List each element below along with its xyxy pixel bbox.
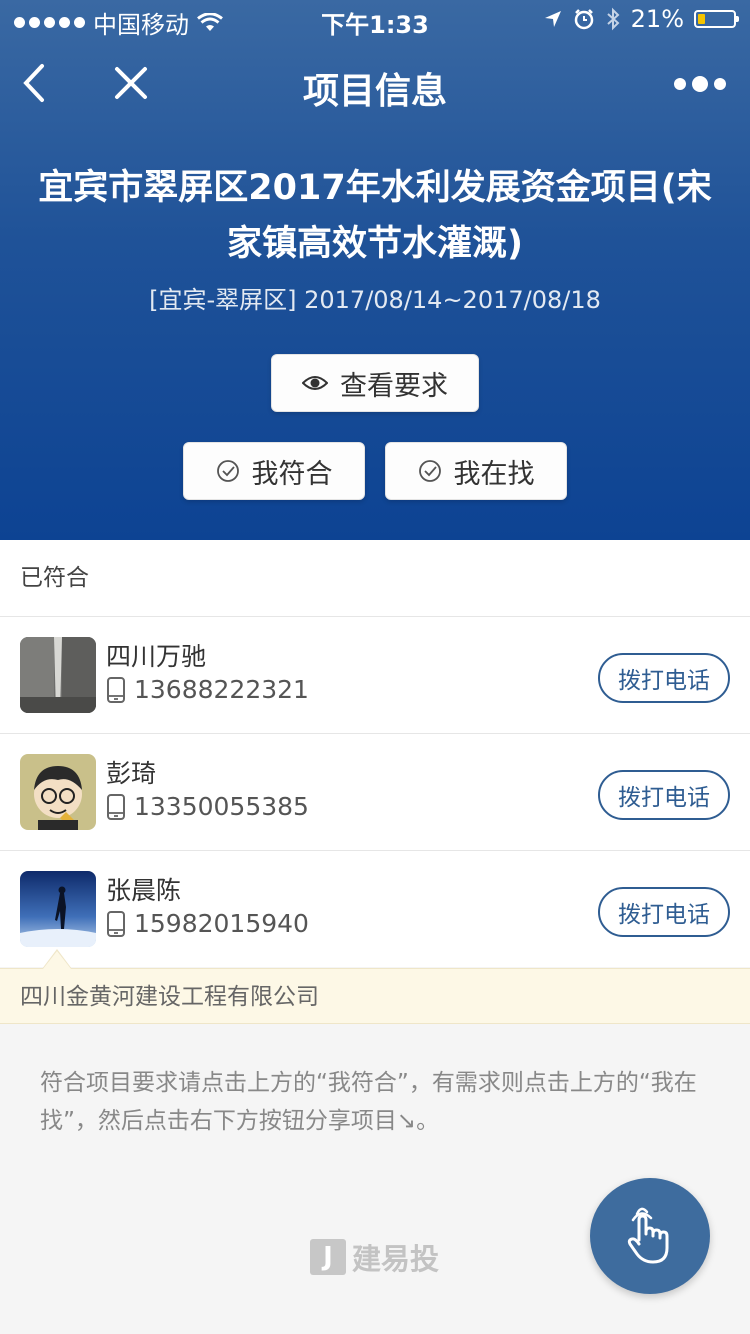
eye-icon xyxy=(302,376,328,390)
battery-icon xyxy=(694,10,739,28)
avatar xyxy=(20,754,96,830)
matched-list: 已符合 四川万驰 13688222321 拨打电话 彭琦 13350055385… xyxy=(0,540,750,967)
contact-phone-row: 13350055385 xyxy=(106,792,309,821)
project-title: 宜宾市翠屏区2017年水利发展资金项目(宋家镇高效节水灌溉) xyxy=(38,168,712,264)
contact-name: 四川万驰 xyxy=(106,642,207,671)
seek-button[interactable]: 我在找 xyxy=(385,442,567,500)
call-button[interactable]: 拨打电话 xyxy=(598,887,730,937)
contact-phone: 15982015940 xyxy=(134,909,309,938)
project-meta: [宜宾-翠屏区] 2017/08/14~2017/08/18 xyxy=(149,286,601,314)
more-icon[interactable] xyxy=(674,70,726,98)
company-name: 四川金黄河建设工程有限公司 xyxy=(0,968,750,1024)
brand-mark: J xyxy=(310,1239,346,1275)
nav-bar: 项目信息 xyxy=(0,50,750,120)
call-button[interactable]: 拨打电话 xyxy=(598,770,730,820)
project-header: 中国移动 下午1:33 21% 项目信息 宜宾市翠屏区2017年水利发展资金项目… xyxy=(0,0,750,540)
contact-phone-row: 13688222321 xyxy=(106,675,309,704)
battery-level xyxy=(698,14,705,24)
section-title: 已符合 xyxy=(0,540,750,617)
call-button[interactable]: 拨打电话 xyxy=(598,653,730,703)
phone-icon xyxy=(107,676,125,703)
company-pointer-fill xyxy=(43,951,71,969)
status-bar: 中国移动 下午1:33 21% xyxy=(0,0,750,40)
view-requirements-button[interactable]: 查看要求 xyxy=(271,354,479,412)
contact-name: 彭琦 xyxy=(106,759,157,788)
hint-text: 符合项目要求请点击上方的“我符合”，有需求则点击上方的“我在找”，然后点击右下方… xyxy=(40,1070,697,1134)
bluetooth-icon xyxy=(606,7,620,31)
alarm-icon xyxy=(574,9,593,30)
battery-percent: 21% xyxy=(630,5,684,33)
avatar xyxy=(20,637,96,713)
status-right: 21% xyxy=(543,5,739,33)
list-item: 张晨陈 15982015940 拨打电话 xyxy=(0,851,750,967)
contact-name: 张晨陈 xyxy=(106,876,182,905)
match-label: 我符合 xyxy=(251,458,333,490)
phone-icon xyxy=(107,910,125,937)
contact-phone: 13350055385 xyxy=(134,792,309,821)
brand-name: 建易投 xyxy=(352,1242,440,1276)
check-circle-icon xyxy=(418,460,441,482)
list-item: 彭琦 13350055385 拨打电话 xyxy=(0,734,750,851)
page-title: 项目信息 xyxy=(302,71,447,112)
check-circle-icon xyxy=(216,460,239,482)
share-button[interactable] xyxy=(590,1178,710,1294)
list-item: 四川万驰 13688222321 拨打电话 xyxy=(0,617,750,734)
match-button[interactable]: 我符合 xyxy=(183,442,365,500)
seek-label: 我在找 xyxy=(453,458,535,490)
contact-phone-row: 15982015940 xyxy=(106,909,309,938)
phone-icon xyxy=(107,793,125,820)
hand-tap-icon xyxy=(627,1207,669,1264)
location-arrow-icon xyxy=(544,11,561,27)
avatar xyxy=(20,871,96,947)
contact-phone: 13688222321 xyxy=(134,675,309,704)
brand-logo: J 建易投 xyxy=(310,1236,439,1278)
view-requirements-label: 查看要求 xyxy=(340,370,448,402)
